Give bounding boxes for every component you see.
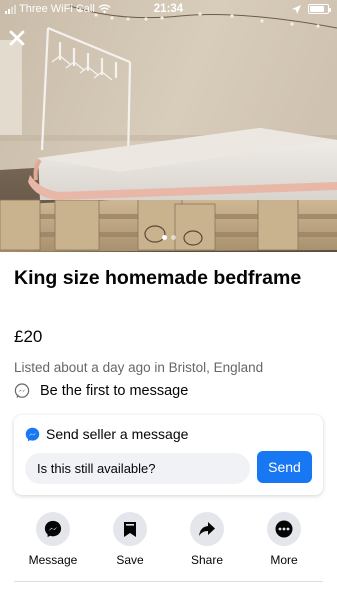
messenger-icon	[44, 520, 62, 538]
send-message-heading-text: Send seller a message	[46, 426, 189, 442]
status-right	[292, 4, 331, 14]
status-bar: Three WiFi Call 21:34	[0, 0, 337, 20]
save-action-circle	[113, 512, 147, 546]
battery-icon	[308, 4, 331, 14]
status-time: 21:34	[153, 3, 184, 15]
photo-carousel-dots[interactable]	[0, 235, 337, 240]
share-action-label: Share	[190, 553, 224, 567]
section-divider	[14, 581, 323, 582]
bedframe-photo	[0, 0, 337, 252]
carousel-dot-active[interactable]	[161, 235, 167, 240]
messenger-outline-icon	[14, 383, 30, 398]
action-bar: Message Save Share More	[0, 512, 337, 572]
message-action-label: Message	[28, 553, 78, 567]
location-arrow-icon	[292, 4, 301, 14]
messenger-icon	[25, 427, 40, 441]
send-button[interactable]: Send	[257, 451, 312, 483]
more-dots-icon	[275, 520, 293, 538]
listing-price: £20	[14, 327, 43, 346]
share-action-button[interactable]: Share	[169, 512, 245, 567]
message-action-button[interactable]: Message	[15, 512, 91, 567]
send-message-heading: Send seller a message	[25, 426, 188, 442]
save-action-button[interactable]: Save	[92, 512, 168, 567]
bookmark-icon	[124, 521, 136, 537]
share-action-circle	[190, 512, 224, 546]
close-icon	[9, 30, 25, 46]
first-message-note: Be the first to message	[14, 383, 188, 399]
save-action-label: Save	[116, 553, 144, 567]
more-action-label: More	[270, 553, 298, 567]
first-message-text: Be the first to message	[40, 383, 189, 399]
listing-meta: Listed about a day ago in Bristol, Engla…	[14, 360, 264, 375]
listing-title: King size homemade bedframe	[14, 267, 302, 289]
send-message-card: Send seller a message Send	[14, 415, 323, 495]
carousel-dot[interactable]	[170, 235, 176, 240]
more-action-circle	[267, 512, 301, 546]
close-button[interactable]	[6, 27, 28, 49]
share-arrow-icon	[199, 522, 215, 536]
message-action-circle	[36, 512, 70, 546]
message-input[interactable]	[25, 453, 250, 484]
more-action-button[interactable]: More	[246, 512, 322, 567]
listing-photo[interactable]: Three WiFi Call 21:34	[0, 0, 337, 252]
